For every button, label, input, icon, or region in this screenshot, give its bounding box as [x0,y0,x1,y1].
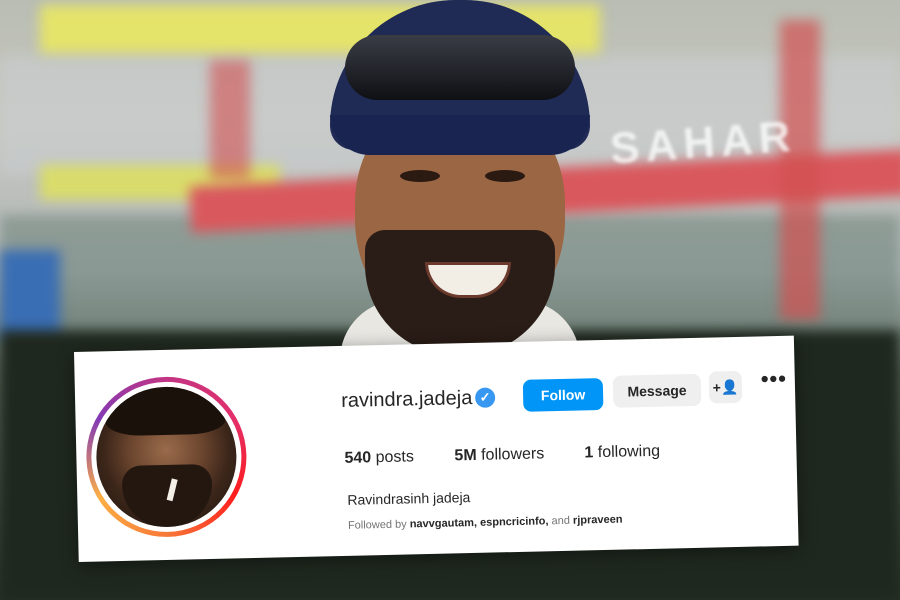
player-eye-left [400,170,440,182]
more-options-icon[interactable]: ••• [761,366,788,393]
avatar-hair [104,385,226,437]
player-photo [300,0,620,420]
followed-by-and: and [551,514,571,528]
verified-badge-icon: ✓ [474,387,496,408]
following-count: 1 [584,444,594,462]
posts-count: 540 [344,449,372,467]
followed-by-prefix: Followed by [347,518,407,532]
followers-count: 5M [454,446,477,465]
red-pillar [780,20,820,320]
player-sunglasses [345,35,575,100]
following-stat[interactable]: 1 following [584,443,660,463]
avatar-border [89,380,244,534]
follow-button[interactable]: Follow [522,378,604,412]
player-cap-brim [330,115,590,155]
avatar[interactable] [94,385,238,529]
player-eye-right [485,170,525,182]
following-label: following [597,442,661,462]
blue-board [0,250,60,340]
posts-label: posts [375,448,415,467]
full-name: Ravindrasinh jadeja [347,489,471,508]
followed-by-text[interactable]: Followed by navvgautam, espncricinfo, an… [348,514,623,532]
followed-by-users: navvgautam, espncricinfo, [409,515,549,531]
instagram-profile-card: ravindra.jadeja ✓ Follow Message +👤 ••• … [74,335,799,562]
username: ravindra.jadeja [340,386,473,412]
person-icon: 👤 [720,378,739,396]
add-user-icon[interactable]: +👤 [708,370,743,404]
story-ring[interactable] [84,375,249,539]
red-pillar-left [210,60,250,180]
posts-stat: 540 posts [344,448,414,468]
followed-by-last: rjpraveen [572,513,623,527]
message-button[interactable]: Message [612,373,702,408]
followers-label: followers [480,445,545,464]
followers-stat[interactable]: 5M followers [454,445,544,465]
